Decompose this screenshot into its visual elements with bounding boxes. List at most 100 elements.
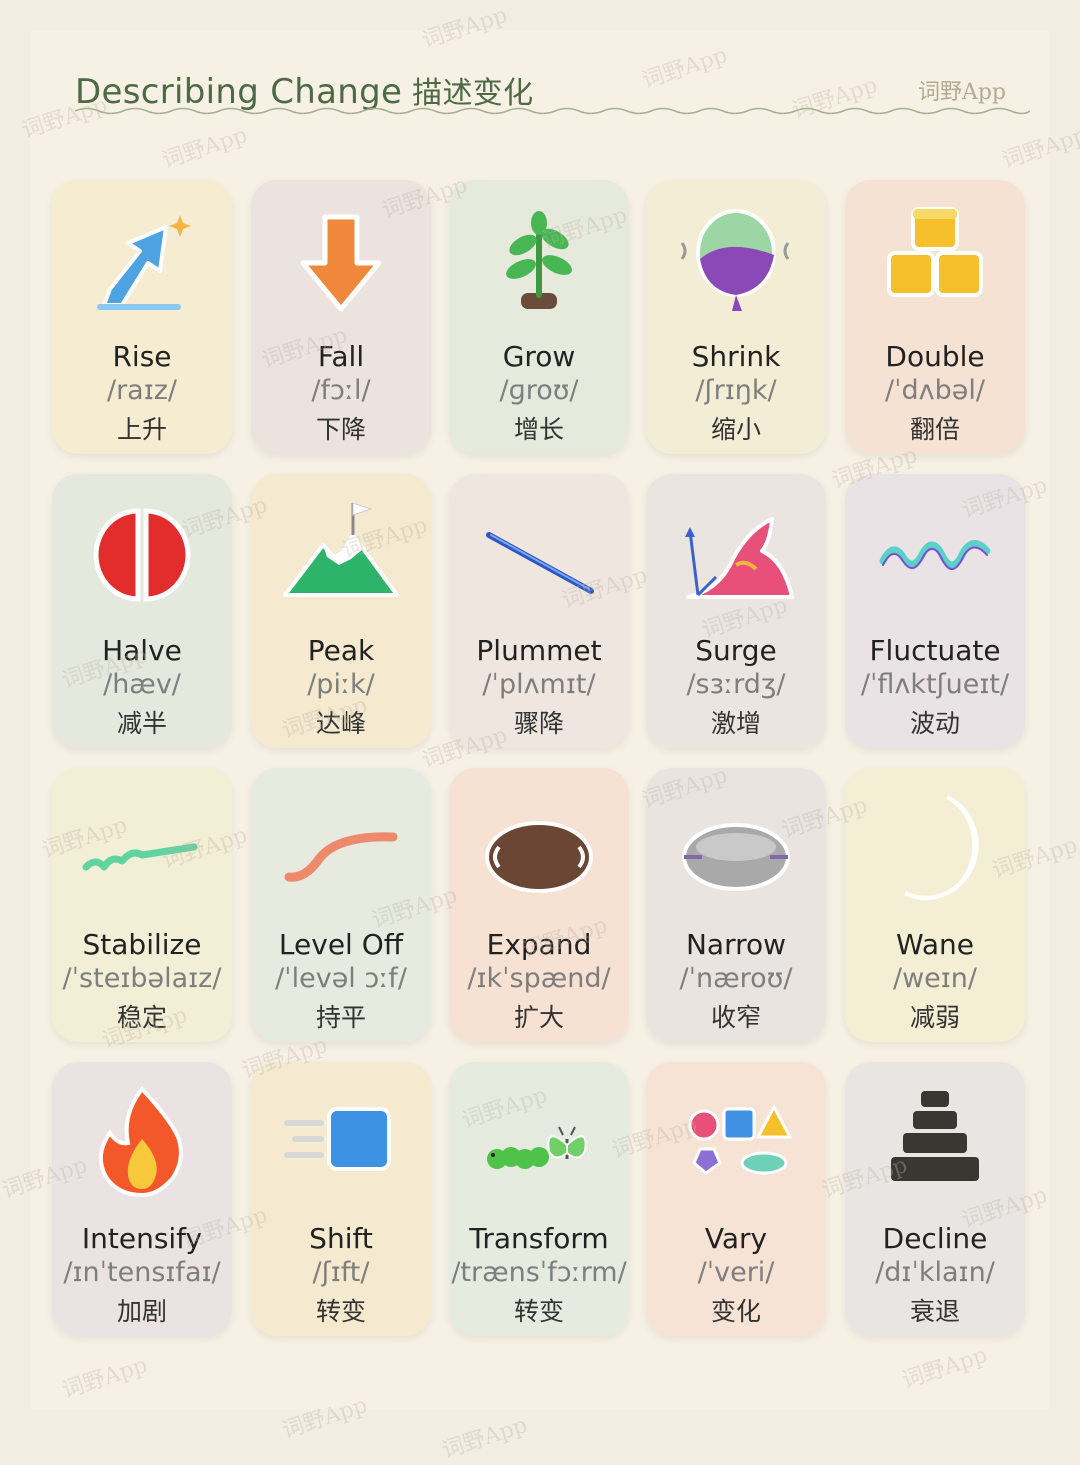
card-ipa: /ˈdʌbəl/: [885, 375, 985, 406]
card-word: Double: [885, 340, 985, 373]
vocab-card-stabilize: Stabilize/ˈsteɪbəlaɪz/稳定: [52, 768, 232, 1042]
vocab-card-surge: Surge/sɜːrdʒ/激增: [646, 474, 826, 748]
vocab-card-expand: Expand/ɪkˈspænd/扩大: [449, 768, 629, 1042]
expanding-disc-icon: [479, 780, 599, 910]
card-translation: 缩小: [710, 415, 761, 444]
split-circle-icon: [82, 486, 202, 616]
vocab-card-shift: Shift/ʃɪft/转变: [251, 1062, 431, 1336]
card-translation: 增长: [513, 415, 564, 444]
blue-arrow-up-icon: [82, 192, 202, 322]
card-word: Intensify: [81, 1222, 203, 1255]
vocab-card-halve: Halve/hæv/减半: [52, 474, 232, 748]
card-translation: 激增: [710, 709, 761, 738]
stacked-cubes-icon: [875, 192, 995, 322]
mountain-flag-icon: [281, 486, 401, 616]
card-ipa: /weɪn/: [892, 963, 978, 994]
wave-surge-icon: [676, 486, 796, 616]
card-translation: 收窄: [710, 1003, 761, 1032]
card-ipa: /ʃrɪŋk/: [695, 375, 777, 406]
card-word: Narrow: [685, 928, 787, 961]
card-translation: 下降: [315, 415, 366, 444]
card-ipa: /hæv/: [103, 669, 181, 700]
card-word: Shift: [309, 1222, 373, 1255]
vocab-grid: Rise/raɪz/上升 Fall/fɔːl/下降 Grow/ɡroʊ/增长 Shri…: [52, 180, 1028, 1340]
card-word: Rise: [112, 340, 172, 373]
card-word: Wane: [895, 928, 975, 961]
card-ipa: /dɪˈklaɪn/: [875, 1257, 995, 1288]
sprout-icon: [479, 192, 599, 322]
card-translation: 衰退: [909, 1297, 960, 1326]
vocab-card-fall: Fall/fɔːl/下降: [251, 180, 431, 454]
card-ipa: /ˈveri/: [697, 1257, 775, 1288]
card-word: Peak: [307, 634, 375, 667]
falling-line-icon: [479, 486, 599, 616]
card-ipa: /ˈlevəl ɔːf/: [275, 963, 407, 994]
header: Describing Change 描述变化 词野App: [75, 64, 1030, 120]
card-ipa: /ɪnˈtensɪfaɪ/: [63, 1257, 221, 1288]
vocab-card-intensify: Intensify/ɪnˈtensɪfaɪ/加剧: [52, 1062, 232, 1336]
card-translation: 翻倍: [909, 415, 960, 444]
card-translation: 扩大: [513, 1003, 564, 1032]
card-word: Surge: [695, 634, 777, 667]
stabilizing-line-icon: [82, 780, 202, 910]
caterpillar-butterfly-icon: [479, 1074, 599, 1204]
vocab-card-rise: Rise/raɪz/上升: [52, 180, 232, 454]
vocab-card-peak: Peak/piːk/达峰: [251, 474, 431, 748]
vocab-card-plummet: Plummet/ˈplʌmɪt/骤降: [449, 474, 629, 748]
declining-steps-icon: [875, 1074, 995, 1204]
mixed-shapes-icon: [676, 1074, 796, 1204]
vocab-card-vary: Vary/ˈveri/变化: [646, 1062, 826, 1336]
card-translation: 持平: [315, 1003, 366, 1032]
vocab-card-transform: Transform/trænsˈfɔːrm/转变: [449, 1062, 629, 1336]
card-ipa: /raɪz/: [106, 375, 178, 406]
card-translation: 达峰: [315, 709, 366, 738]
card-word: Halve: [102, 634, 182, 667]
brand-label: 词野App: [917, 80, 1006, 105]
card-word: Stabilize: [82, 928, 202, 961]
vocab-card-wane: Wane/weɪn/减弱: [845, 768, 1025, 1042]
card-ipa: /ˈflʌktʃueɪt/: [860, 669, 1010, 700]
card-word: Plummet: [476, 634, 602, 667]
crescent-moon-icon: [875, 780, 995, 910]
watermark: 词野App: [439, 1412, 531, 1464]
orange-arrow-down-icon: [281, 192, 401, 322]
card-ipa: /fɔːl/: [311, 375, 371, 406]
vocab-card-narrow: Narrow/ˈnæroʊ/收窄: [646, 768, 826, 1042]
card-translation: 转变: [513, 1297, 564, 1326]
card-ipa: /sɜːrdʒ/: [686, 669, 786, 700]
card-translation: 加剧: [116, 1297, 167, 1326]
deflating-balloon-icon: [676, 192, 796, 322]
card-ipa: /ɡroʊ/: [499, 375, 579, 406]
card-word: Vary: [704, 1222, 768, 1255]
card-translation: 减半: [116, 709, 167, 738]
card-word: Shrink: [691, 340, 781, 373]
card-word: Fall: [317, 340, 365, 373]
card-translation: 波动: [909, 709, 960, 738]
card-ipa: /ˈnæroʊ/: [679, 963, 793, 994]
zigzag-wave-icon: [875, 486, 995, 616]
narrowing-disc-icon: [676, 780, 796, 910]
card-translation: 变化: [710, 1297, 761, 1326]
vocab-card-shrink: Shrink/ʃrɪŋk/缩小: [646, 180, 826, 454]
card-translation: 上升: [116, 415, 167, 444]
vocab-card-decline: Decline/dɪˈklaɪn/衰退: [845, 1062, 1025, 1336]
card-translation: 稳定: [116, 1003, 167, 1032]
vocab-card-fluctuate: Fluctuate/ˈflʌktʃueɪt/波动: [845, 474, 1025, 748]
card-ipa: /ˈplʌmɪt/: [482, 669, 596, 700]
vocab-card-double: Double/ˈdʌbəl/翻倍: [845, 180, 1025, 454]
card-ipa: /ʃɪft/: [312, 1257, 370, 1288]
card-translation: 转变: [315, 1297, 366, 1326]
card-ipa: /ˈsteɪbəlaɪz/: [62, 963, 222, 994]
card-word: Grow: [502, 340, 576, 373]
moving-square-icon: [281, 1074, 401, 1204]
card-word: Transform: [469, 1222, 609, 1255]
card-word: Decline: [882, 1222, 988, 1255]
leveling-curve-icon: [281, 780, 401, 910]
card-ipa: /ɪkˈspænd/: [467, 963, 611, 994]
card-ipa: /trænsˈfɔːrm/: [451, 1257, 627, 1288]
card-translation: 减弱: [909, 1003, 960, 1032]
card-translation: 骤降: [513, 709, 564, 738]
vocab-card-grow: Grow/ɡroʊ/增长: [449, 180, 629, 454]
card-ipa: /piːk/: [307, 669, 375, 700]
card-word: Fluctuate: [869, 634, 1001, 667]
